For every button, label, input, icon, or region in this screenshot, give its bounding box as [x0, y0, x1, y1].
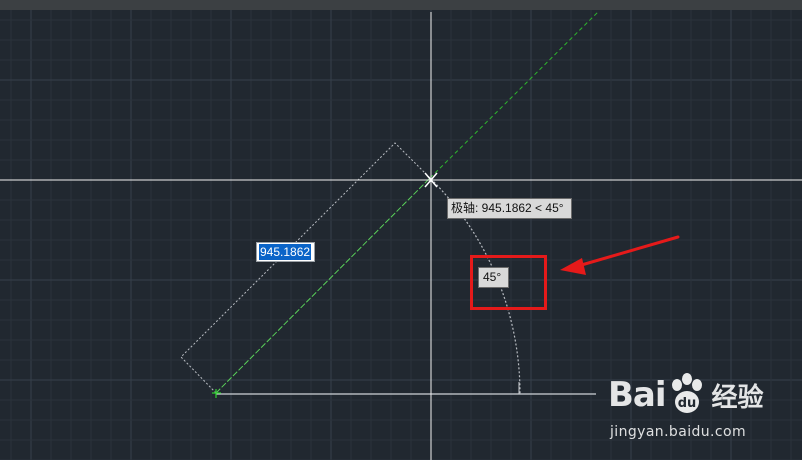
baidu-jingyan-watermark: Bai du 经验 jingyan.baidu.com	[608, 372, 768, 444]
dimension-length-input[interactable]: 945.1862	[256, 242, 316, 262]
watermark-url: jingyan.baidu.com	[610, 424, 746, 440]
svg-text:du: du	[677, 396, 696, 411]
watermark-logo-left: Bai	[608, 375, 667, 415]
annotation-arrow-icon	[560, 235, 680, 275]
polar-tracking-tooltip: 极轴: 945.1862 < 45°	[447, 198, 572, 219]
rubber-band-line	[215, 177, 431, 394]
polar-tracking-line	[429, 11, 599, 179]
start-point-marker-icon	[212, 389, 221, 398]
baidu-paw-icon: du	[671, 373, 702, 413]
watermark-logo: Bai du 经验	[608, 372, 764, 418]
top-toolbar-strip	[0, 0, 802, 10]
annotation-highlight-box	[470, 255, 547, 310]
dimension-length-value[interactable]: 945.1862	[259, 244, 312, 260]
watermark-logo-right: 经验	[711, 382, 764, 413]
